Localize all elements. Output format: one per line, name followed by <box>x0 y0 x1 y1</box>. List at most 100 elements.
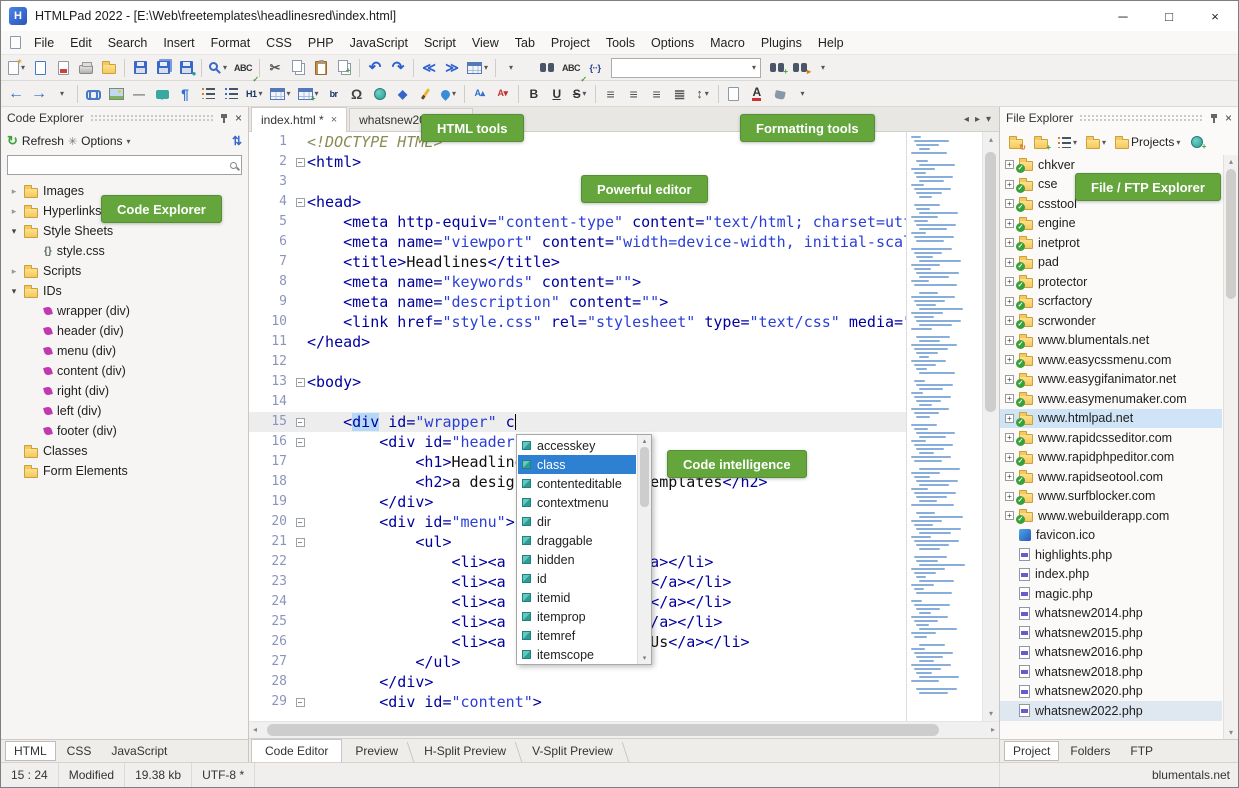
vertical-scroll-thumb[interactable] <box>985 152 996 412</box>
new-folder-button[interactable]: + <box>1030 130 1052 154</box>
find-button[interactable] <box>536 56 558 80</box>
insert-image-button[interactable] <box>105 82 127 106</box>
code-line-28[interactable]: 28 </div> <box>249 672 906 692</box>
menu-script[interactable]: Script <box>416 33 464 53</box>
tree-item-wrapper-div[interactable]: wrapper (div) <box>1 301 248 321</box>
options-dropdown-icon[interactable]: ▾ <box>127 137 131 146</box>
dropdown-arrow-icon[interactable]: ▾ <box>582 89 586 98</box>
print-button[interactable] <box>75 56 97 80</box>
dropdown-arrow-icon[interactable]: ▾ <box>60 89 64 98</box>
dropdown-arrow-icon[interactable]: ▾ <box>259 89 263 98</box>
code-line-10[interactable]: 10 <link href="style.css" rel="styleshee… <box>249 312 906 332</box>
folder-item-www-surfblocker-com[interactable]: +✓www.surfblocker.com <box>1000 487 1222 507</box>
folder-item-www-blumentals-net[interactable]: +✓www.blumentals.net <box>1000 331 1222 351</box>
dropdown-arrow-icon[interactable]: ▾ <box>452 89 456 98</box>
folder-item-protector[interactable]: +✓protector <box>1000 272 1222 292</box>
dropdown-arrow-icon[interactable]: ▾ <box>801 89 805 98</box>
chevron-right-icon[interactable]: ▸ <box>9 186 19 197</box>
autocomplete-item-itemprop[interactable]: itemprop <box>518 607 636 626</box>
scroll-down-icon[interactable]: ▾ <box>638 654 651 662</box>
code-text[interactable]: <link href="style.css" rel="stylesheet" … <box>307 312 906 332</box>
refresh-folder-button[interactable]: ↻ <box>1005 130 1027 154</box>
search-icon[interactable] <box>230 162 237 169</box>
combobox-dropdown-icon[interactable]: ▾ <box>748 63 760 72</box>
folder-item-inetprot[interactable]: +✓inetprot <box>1000 233 1222 253</box>
navigate-forward-button[interactable]: → <box>28 82 50 106</box>
toolbar-options-button[interactable]: ▾ <box>500 56 522 80</box>
insert-hr-button[interactable]: — <box>128 82 150 106</box>
refresh-button[interactable]: Refresh <box>22 134 64 148</box>
expand-icon[interactable]: + <box>1005 355 1014 364</box>
autocomplete-item-itemscope[interactable]: itemscope <box>518 645 636 664</box>
minimize-button[interactable]: ─ <box>1100 1 1146 31</box>
folder-item-pad[interactable]: +✓pad <box>1000 253 1222 273</box>
scroll-down-icon[interactable]: ▾ <box>1224 728 1238 737</box>
maximize-button[interactable]: □ <box>1146 1 1192 31</box>
decrease-font-button[interactable]: A▾ <box>492 82 514 106</box>
insert-object-button[interactable]: ◆ <box>392 82 414 106</box>
editor-tab-index-html[interactable]: index.html *× <box>251 107 347 132</box>
file-item-whatsnew2020-php[interactable]: whatsnew2020.php <box>1000 682 1222 702</box>
scroll-tabs-left-button[interactable]: ◂ <box>964 114 969 125</box>
scroll-left-icon[interactable]: ◂ <box>253 725 257 734</box>
chevron-down-icon[interactable]: ▾ <box>9 286 19 297</box>
code-line-13[interactable]: 13−<body> <box>249 372 906 392</box>
code-text[interactable]: <meta name="keywords" content=""> <box>307 272 906 292</box>
close-button[interactable]: × <box>1192 1 1238 31</box>
code-text[interactable]: <html> <box>307 152 906 172</box>
numbered-list-button[interactable] <box>220 82 242 106</box>
tree-item-scripts[interactable]: ▸Scripts <box>1 261 248 281</box>
code-text[interactable]: <div id="wrapper" c <box>307 412 906 432</box>
code-line-29[interactable]: 29− <div id="content"> <box>249 692 906 712</box>
close-panel-icon[interactable]: × <box>235 112 242 124</box>
menu-project[interactable]: Project <box>543 33 598 53</box>
search-combobox[interactable]: ▾ <box>611 58 761 78</box>
menu-help[interactable]: Help <box>810 33 852 53</box>
tree-item-form-elements[interactable]: Form Elements <box>1 461 248 481</box>
file-item-whatsnew2016-php[interactable]: whatsnew2016.php <box>1000 643 1222 663</box>
open-folder-button[interactable]: ▾ <box>1083 130 1109 154</box>
dropdown-arrow-icon[interactable]: ▾ <box>287 89 291 98</box>
file-item-favicon-ico[interactable]: favicon.ico <box>1000 526 1222 546</box>
menu-view[interactable]: View <box>464 33 507 53</box>
strike-button[interactable]: S▾ <box>569 82 591 106</box>
page-properties-button[interactable] <box>723 82 745 106</box>
tree-item-ids[interactable]: ▾IDs <box>1 281 248 301</box>
insert-link-button[interactable] <box>82 82 104 106</box>
file-item-whatsnew2014-php[interactable]: whatsnew2014.php <box>1000 604 1222 624</box>
close-tab-icon[interactable]: × <box>331 114 337 126</box>
menu-macro[interactable]: Macro <box>702 33 753 53</box>
view-tab-javascript[interactable]: JavaScript <box>102 741 176 761</box>
folder-item-scrfactory[interactable]: +✓scrfactory <box>1000 292 1222 312</box>
navigate-back-button[interactable]: ← <box>5 82 27 106</box>
search-options-button[interactable]: ▾ <box>812 56 834 80</box>
expand-icon[interactable]: + <box>1005 297 1014 306</box>
folder-item-www-rapidseotool-com[interactable]: +✓www.rapidseotool.com <box>1000 467 1222 487</box>
table-wizard-button[interactable]: +▾ <box>295 82 322 106</box>
menu-edit[interactable]: Edit <box>62 33 100 53</box>
tree-item-menu-div[interactable]: menu (div) <box>1 341 248 361</box>
scroll-up-icon[interactable]: ▴ <box>1224 157 1238 166</box>
tree-item-footer-div[interactable]: footer (div) <box>1 421 248 441</box>
mode-tab-v-split-preview[interactable]: V-Split Preview <box>519 739 626 762</box>
code-snippets-button[interactable]: {··} <box>584 56 606 80</box>
mode-tab-preview[interactable]: Preview <box>342 739 411 762</box>
menu-javascript[interactable]: JavaScript <box>342 33 416 53</box>
file-item-whatsnew2018-php[interactable]: whatsnew2018.php <box>1000 662 1222 682</box>
dropdown-arrow-icon[interactable]: ▾ <box>223 63 227 72</box>
dropdown-arrow-icon[interactable]: ▾ <box>705 89 709 98</box>
color-picker-button[interactable]: ▾ <box>438 82 460 106</box>
expand-icon[interactable]: + <box>1005 277 1014 286</box>
dropdown-arrow-icon[interactable]: ▾ <box>1176 138 1180 147</box>
pin-icon[interactable] <box>1209 113 1219 124</box>
menu-insert[interactable]: Insert <box>155 33 202 53</box>
expand-icon[interactable]: + <box>1005 199 1014 208</box>
tree-item-style-sheets[interactable]: ▾Style Sheets <box>1 221 248 241</box>
open-template-button[interactable] <box>52 56 74 80</box>
increase-font-button[interactable]: A▴ <box>469 82 491 106</box>
chevron-down-icon[interactable]: ▾ <box>9 226 19 237</box>
code-text[interactable]: <meta name="viewport" content="width=dev… <box>307 232 906 252</box>
search-button[interactable]: ▾ <box>206 56 230 80</box>
expand-icon[interactable]: + <box>1005 492 1014 501</box>
code-line-4[interactable]: 4−<head> <box>249 192 906 212</box>
